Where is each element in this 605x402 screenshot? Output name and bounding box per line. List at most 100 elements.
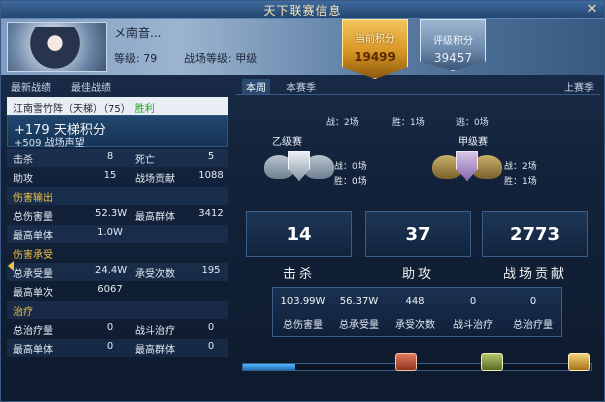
player-avatar: [7, 22, 107, 72]
total-damage-label: 总伤害量: [283, 320, 323, 331]
tier-a-title: 甲级赛: [458, 137, 488, 148]
total-taken-label: 总承受量: [339, 320, 379, 331]
left-panel: 最新战绩 最佳战绩 江南雪竹阵（天梯）（75） 胜利 +179 天梯积分 +509…: [7, 77, 228, 401]
stat-label: 最高单体: [13, 231, 53, 242]
assists-label: 助攻: [401, 267, 434, 282]
section-title: 伤害输出: [13, 193, 53, 204]
stats-row: 总伤害量 52.3W 最高群体 3412: [7, 206, 228, 224]
contribution-label: 战场贡献: [502, 267, 567, 282]
stat-label: 总伤害量: [13, 212, 53, 223]
stats-row: 总承受量 24.4W 承受次数 195: [7, 263, 228, 281]
stats-row: 击杀 8 死亡 5: [7, 149, 228, 167]
stats-row: 助攻 15 战场贡献 1088: [7, 168, 228, 186]
total-heal-label: 总治疗量: [513, 320, 553, 331]
stats-section-row: 治疗: [7, 301, 228, 319]
player-header: メ南音... 等级: 79 战场等级: 甲级: [1, 19, 604, 75]
stat-value: 52.3W: [95, 208, 128, 219]
stat-label: 最高群体: [135, 212, 175, 223]
stats-section-row: 伤害输出: [7, 187, 228, 205]
assists-value: 37: [405, 224, 431, 245]
kills-label: 击杀: [282, 267, 315, 282]
player-name: メ南音...: [114, 26, 162, 40]
stat-label: 战场贡献: [135, 174, 175, 185]
points-box: +179 天梯积分 +509 战场声望: [7, 115, 228, 149]
right-panel: 本周 本赛季 上赛季 战：2场 胜：1场 逃：0场 乙级赛 甲级赛 战：0场 胜…: [236, 77, 600, 401]
assists-box: 37: [365, 211, 471, 257]
battle-level: 战场等级: 甲级: [184, 52, 258, 65]
current-points-label: 当前积分: [355, 34, 395, 45]
current-points-value: 19499: [354, 50, 396, 64]
green-chest-icon[interactable]: [481, 353, 503, 371]
detail-stats-box: 103.99W 56.37W 448 0 0 总伤害量 总承受量 承受次数 战斗…: [272, 287, 562, 337]
times-taken-label: 承受次数: [395, 320, 435, 331]
tab-this-season[interactable]: 本赛季: [286, 79, 316, 94]
tier-b-wins: 胜：0场: [334, 177, 367, 187]
stat-value: 0: [106, 341, 114, 352]
contribution-value: 2773: [509, 224, 561, 245]
stat-label: 最高单次: [13, 288, 53, 299]
tier-b-title: 乙级赛: [272, 137, 302, 148]
stats-section-row: 伤害承受: [7, 244, 228, 262]
left-tabs: 最新战绩 最佳战绩: [7, 77, 228, 95]
times-taken-value: 448: [405, 296, 425, 307]
rank-points-label: 评级积分: [433, 36, 473, 47]
tier-b-battles: 战：0场: [334, 162, 367, 172]
section-title: 伤害承受: [13, 250, 53, 261]
gold-chest-icon[interactable]: [568, 353, 590, 371]
tier-a-battles: 战：2场: [504, 162, 537, 172]
stat-label: 总承受量: [13, 269, 53, 280]
stat-label: 击杀: [13, 155, 33, 166]
tab-this-week[interactable]: 本周: [242, 79, 270, 94]
current-points-badge: 当前积分 19499: [342, 19, 408, 79]
title-bar: 天下联赛信息 ✕: [1, 1, 604, 19]
stat-value: 0: [207, 341, 215, 352]
stat-label: 最高单体: [13, 345, 53, 356]
summary-wins: 胜：1场: [392, 118, 425, 128]
rank-points-value: 39457: [433, 51, 473, 65]
red-chest-icon[interactable]: [395, 353, 417, 371]
stat-value: 15: [103, 170, 117, 181]
stat-value: 1.0W: [97, 227, 123, 238]
summary-escapes: 逃：0场: [456, 118, 489, 128]
match-row[interactable]: 江南雪竹阵（天梯）（75） 胜利: [7, 97, 228, 115]
match-text: 江南雪竹阵（天梯）（75）: [13, 104, 131, 115]
total-taken-value: 56.37W: [339, 296, 379, 307]
window-title: 天下联赛信息: [263, 4, 342, 18]
stat-value: 24.4W: [95, 265, 128, 276]
stat-value: 8: [106, 151, 114, 162]
close-icon[interactable]: ✕: [584, 2, 600, 18]
tier-a-stats: 战：2场 胜：1场: [504, 160, 537, 190]
silver-wing-emblem-icon: [264, 149, 334, 189]
stat-label: 承受次数: [135, 269, 175, 280]
stat-label: 总治疗量: [13, 326, 53, 337]
total-heal-value: 0: [529, 296, 537, 307]
stat-label: 死亡: [135, 155, 155, 166]
right-tab-bar: 本周 本赛季 上赛季: [236, 77, 600, 95]
stat-value: 6067: [97, 284, 123, 295]
stat-value: 1088: [198, 170, 224, 181]
stat-value: 0: [207, 322, 215, 333]
gold-wing-emblem-icon: [432, 149, 502, 189]
reward-progress-bar: [242, 363, 592, 371]
tier-a-wins: 胜：1场: [504, 177, 537, 187]
summary-battles: 战：2场: [326, 118, 359, 128]
tab-latest-record[interactable]: 最新战绩: [11, 79, 51, 94]
kills-box: 14: [246, 211, 352, 257]
section-title: 治疗: [13, 307, 33, 318]
rank-points-badge: 评级积分 39457: [420, 19, 486, 71]
stat-value: 5: [207, 151, 215, 162]
combat-heal-label: 战斗治疗: [453, 320, 493, 331]
reward-progress-fill: [243, 364, 296, 370]
battle-reputation: +509 战场声望: [14, 138, 85, 149]
combat-heal-value: 0: [469, 296, 477, 307]
expand-arrow-icon[interactable]: [8, 261, 14, 271]
stats-row: 最高单体 0 最高群体 0: [7, 339, 228, 357]
tab-best-record[interactable]: 最佳战绩: [71, 79, 111, 94]
stat-value: 0: [106, 322, 114, 333]
stats-row: 总治疗量 0 战斗治疗 0: [7, 320, 228, 338]
stat-label: 助攻: [13, 174, 33, 185]
match-result: 胜利: [134, 104, 155, 115]
total-damage-value: 103.99W: [280, 296, 326, 307]
tab-last-season[interactable]: 上赛季: [564, 79, 594, 94]
stat-value: 3412: [198, 208, 224, 219]
